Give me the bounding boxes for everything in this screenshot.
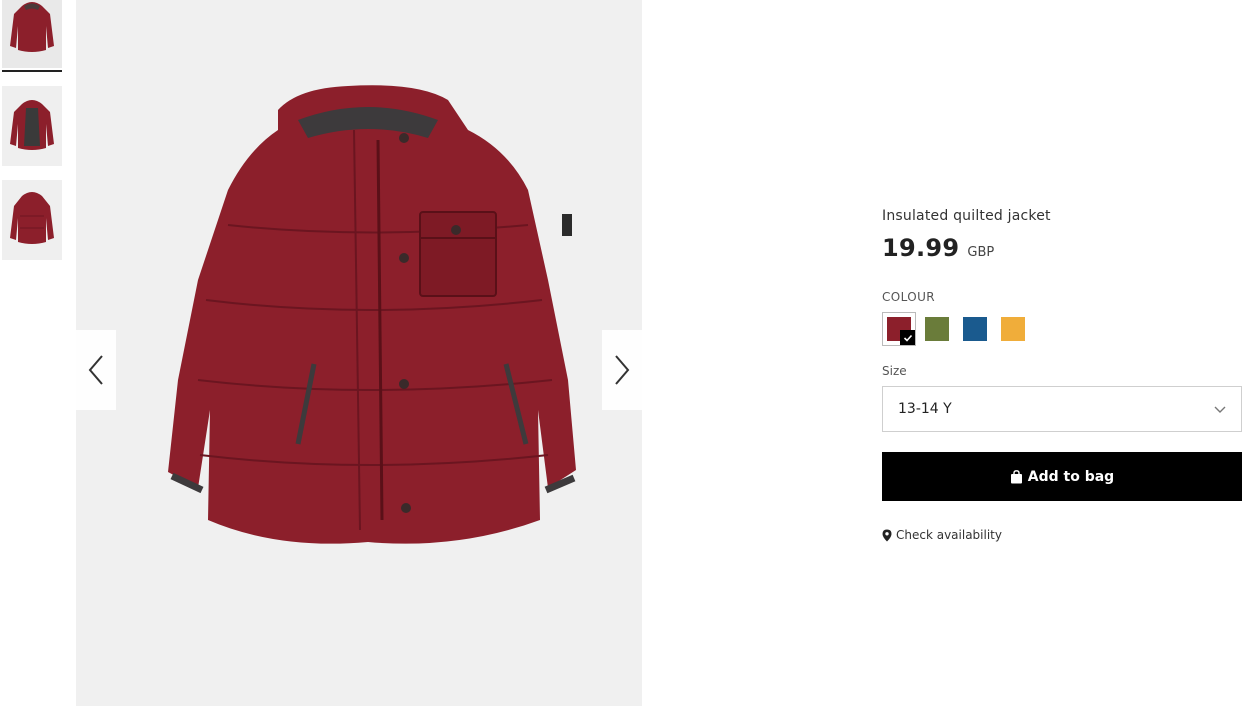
map-pin-icon [882, 529, 892, 541]
size-label: Size [882, 364, 907, 378]
colour-swatch-mustard[interactable] [996, 312, 1030, 346]
price-row: 19.99 GBP [882, 234, 1242, 262]
swatch-color [963, 317, 987, 341]
product-price: 19.99 [882, 234, 960, 262]
thumbnail-back[interactable] [2, 180, 62, 260]
thumbnail-front[interactable] [2, 0, 62, 68]
colour-swatches [882, 312, 1242, 346]
colour-swatch-khaki[interactable] [920, 312, 954, 346]
checkmark-icon [903, 334, 912, 342]
main-product-image [76, 0, 642, 706]
thumbnail-active-indicator [2, 70, 62, 72]
check-availability-label: Check availability [896, 528, 1002, 542]
colour-swatch-burgundy[interactable] [882, 312, 916, 346]
next-image-button[interactable] [602, 330, 642, 410]
add-to-bag-button[interactable]: Add to bag [882, 452, 1242, 501]
chevron-right-icon [615, 355, 630, 385]
swatch-color [1001, 317, 1025, 341]
product-name: Insulated quilted jacket [882, 208, 1051, 224]
thumbnail-open[interactable] [2, 86, 62, 166]
size-selected-value: 13-14 Y [898, 401, 952, 417]
check-availability-link[interactable]: Check availability [882, 528, 1242, 542]
previous-image-button[interactable] [76, 330, 116, 410]
chevron-down-icon [1214, 406, 1226, 413]
chevron-left-icon [88, 355, 103, 385]
add-to-bag-label: Add to bag [1027, 468, 1115, 485]
colour-label: COLOUR [882, 290, 936, 304]
jacket-image [168, 85, 576, 544]
swatch-color [925, 317, 949, 341]
price-currency: GBP [967, 245, 995, 260]
jacket-thumbnail-image [10, 100, 54, 150]
product-info-panel: Insulated quilted jacket 19.99 GBP COLOU… [882, 208, 1242, 542]
size-dropdown[interactable]: 13-14 Y [882, 386, 1242, 432]
jacket-thumbnail-image [10, 2, 54, 52]
jacket-thumbnail-image [10, 192, 54, 244]
shopping-bag-icon [1010, 469, 1022, 483]
selected-check-badge [900, 330, 915, 345]
colour-swatch-blue[interactable] [958, 312, 992, 346]
